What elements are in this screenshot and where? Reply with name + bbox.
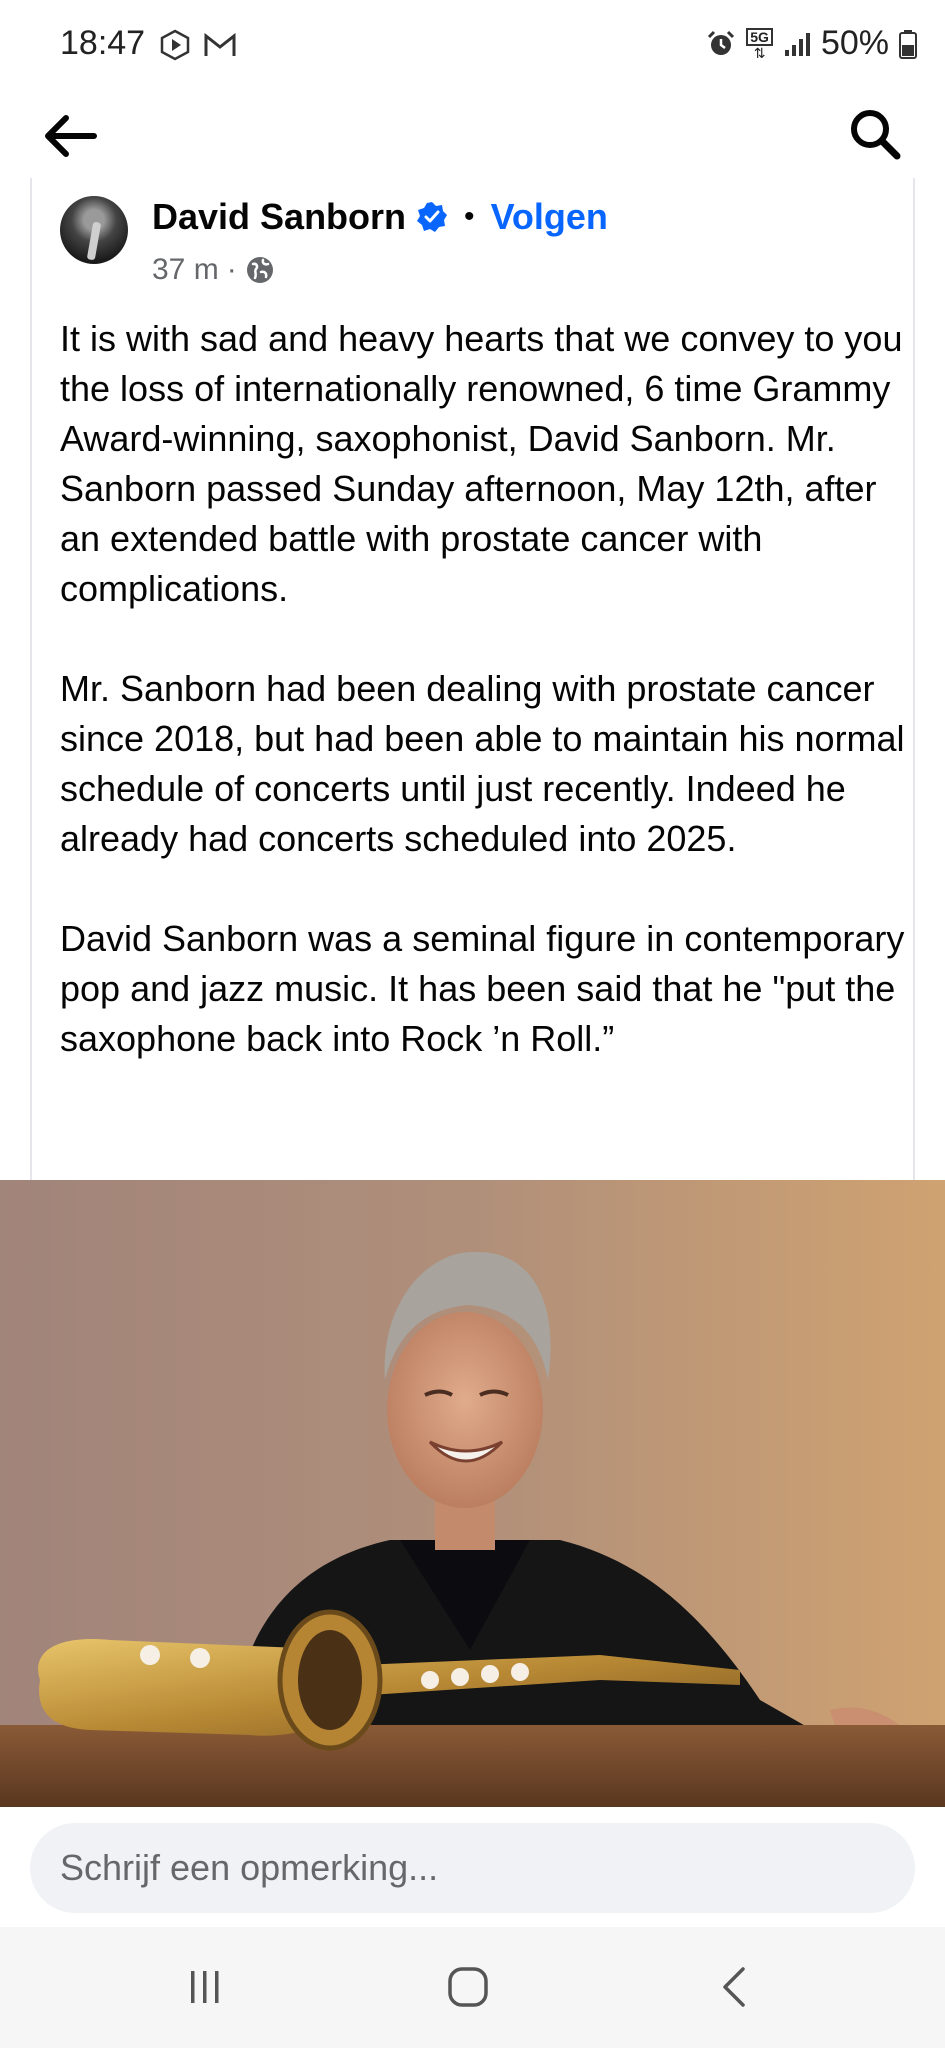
comment-input[interactable]: Schrijf een opmerking... — [30, 1823, 915, 1913]
post-header: David Sanborn • Volgen 37 m · — [32, 178, 913, 298]
search-icon — [851, 110, 901, 160]
post-meta: 37 m · — [152, 253, 275, 287]
app-header — [0, 90, 945, 190]
post-photo[interactable] — [0, 1180, 945, 1807]
comment-area: Schrijf een opmerking... — [0, 1807, 945, 1927]
status-right: 5G ⇅ 50% — [706, 24, 917, 63]
meta-separator: · — [226, 253, 237, 286]
saxophonist-photo — [0, 1180, 945, 1807]
battery-percent: 50% — [820, 24, 889, 62]
post-paragraph: It is with sad and heavy hearts that we … — [60, 318, 903, 609]
alarm-icon — [708, 30, 735, 55]
back-button[interactable] — [38, 104, 102, 168]
system-nav-bar — [0, 1927, 945, 2048]
author-avatar[interactable] — [60, 196, 128, 264]
post-card: David Sanborn • Volgen 37 m · It is with… — [30, 178, 915, 1180]
gmail-notification-icon — [204, 32, 236, 56]
author-line: David Sanborn • Volgen — [152, 196, 608, 238]
chevron-left-icon — [723, 1967, 745, 2007]
back-nav-button[interactable] — [695, 1955, 775, 2019]
follow-button[interactable]: Volgen — [491, 196, 608, 238]
post-body: It is with sad and heavy hearts that we … — [60, 314, 910, 1064]
network-label: 5G — [746, 27, 773, 46]
status-bar: 18:47 5G ⇅ 50% — [0, 0, 945, 90]
follow-separator: • — [464, 200, 475, 233]
recent-apps-icon — [191, 1971, 219, 2003]
messenger-notification-icon — [160, 29, 190, 61]
post-paragraph: Mr. Sanborn had been dealing with prosta… — [60, 668, 905, 859]
author-name[interactable]: David Sanborn — [152, 196, 406, 238]
signal-icon — [784, 32, 810, 56]
notification-icons — [158, 28, 238, 62]
network-icon: 5G ⇅ — [746, 27, 773, 60]
status-time: 18:47 — [60, 24, 146, 62]
home-icon — [448, 1967, 488, 2007]
post-paragraph: David Sanborn was a seminal figure in co… — [60, 918, 905, 1059]
arrow-left-icon — [45, 115, 97, 157]
search-button[interactable] — [843, 102, 907, 166]
globe-icon — [246, 257, 273, 283]
recent-apps-button[interactable] — [165, 1955, 245, 2019]
battery-icon — [899, 29, 917, 59]
home-button[interactable] — [428, 1955, 508, 2019]
verified-badge-icon — [417, 202, 448, 232]
post-timestamp[interactable]: 37 m — [152, 253, 219, 287]
